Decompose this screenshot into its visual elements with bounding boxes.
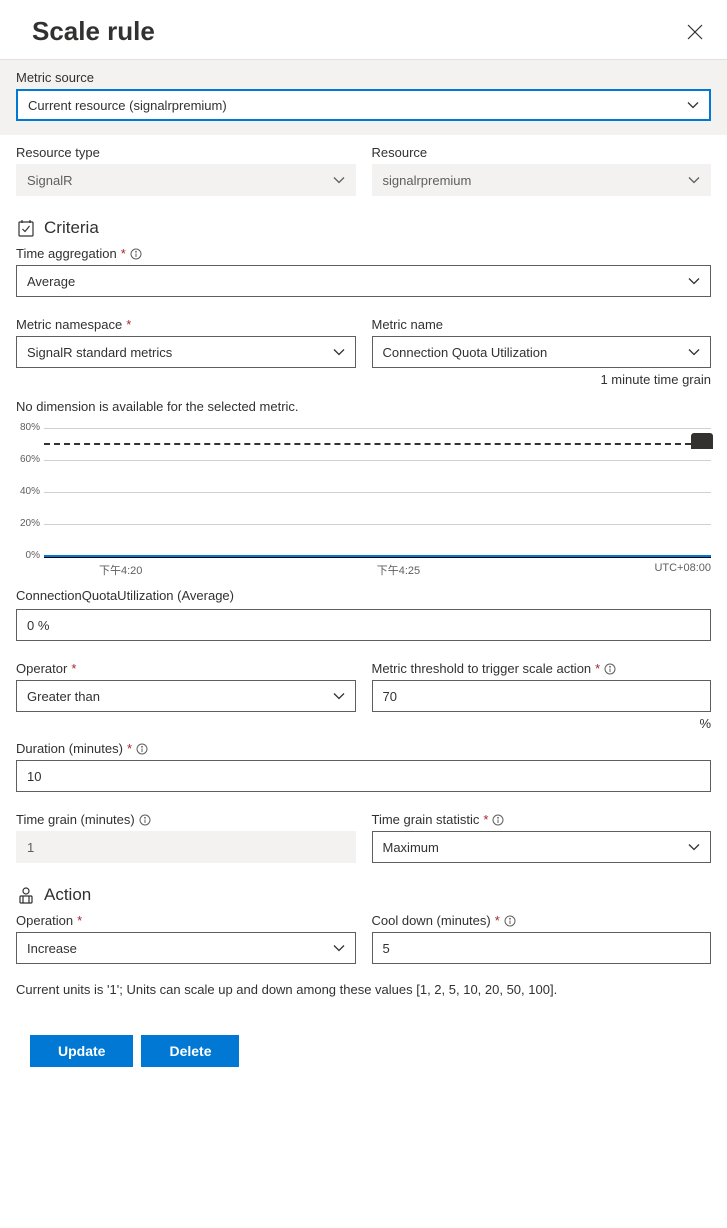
update-button[interactable]: Update — [30, 1035, 133, 1067]
metric-source-select[interactable]: Current resource (signalrpremium) — [16, 89, 711, 121]
info-icon[interactable] — [136, 743, 148, 755]
cooldown-label: Cool down (minutes) — [372, 913, 491, 928]
metric-namespace-value: SignalR standard metrics — [27, 345, 172, 360]
info-icon[interactable] — [504, 915, 516, 927]
ytick-2: 40% — [14, 486, 40, 497]
chevron-down-icon — [333, 174, 345, 186]
time-aggregation-select[interactable]: Average — [16, 265, 711, 297]
xtick-1: 下午4:25 — [377, 562, 420, 578]
ytick-0: 0% — [14, 550, 40, 561]
connection-quota-input[interactable] — [16, 609, 711, 641]
metric-name-label: Metric name — [372, 317, 712, 332]
chevron-down-icon — [333, 690, 345, 702]
action-title: Action — [44, 885, 91, 905]
metric-source-value: Current resource (signalrpremium) — [28, 98, 227, 113]
operation-value: Increase — [27, 941, 77, 956]
threshold-line — [44, 443, 711, 445]
time-aggregation-label: Time aggregation — [16, 246, 117, 261]
threshold-unit: % — [372, 716, 712, 731]
resource-label: Resource — [372, 145, 712, 160]
metric-chart: 80% 60% 40% 20% 0% 下午4:20 下午4:25 UTC+08:… — [0, 418, 727, 582]
data-bump — [691, 433, 713, 449]
delete-button[interactable]: Delete — [141, 1035, 239, 1067]
operator-label: Operator — [16, 661, 67, 676]
resource-select: signalrpremium — [372, 164, 712, 196]
page-title: Scale rule — [32, 16, 155, 47]
time-grain-label: Time grain (minutes) — [16, 812, 135, 827]
criteria-title: Criteria — [44, 218, 99, 238]
time-grain-input — [16, 831, 356, 863]
xtick-0: 下午4:20 — [99, 562, 142, 578]
info-icon[interactable] — [130, 248, 142, 260]
no-dimension-text: No dimension is available for the select… — [0, 397, 727, 418]
metric-namespace-label: Metric namespace — [16, 317, 122, 332]
ytick-1: 20% — [14, 518, 40, 529]
cooldown-input[interactable] — [372, 932, 712, 964]
metric-name-value: Connection Quota Utilization — [383, 345, 548, 360]
time-grain-note: 1 minute time grain — [372, 372, 712, 387]
chevron-down-icon — [688, 841, 700, 853]
info-icon[interactable] — [492, 814, 504, 826]
metric-source-label: Metric source — [16, 70, 711, 85]
operator-select[interactable]: Greater than — [16, 680, 356, 712]
resource-value: signalrpremium — [383, 173, 472, 188]
ytick-3: 60% — [14, 454, 40, 465]
time-grain-stat-value: Maximum — [383, 840, 439, 855]
info-icon[interactable] — [139, 814, 151, 826]
time-aggregation-value: Average — [27, 274, 75, 289]
operation-label: Operation — [16, 913, 73, 928]
operation-select[interactable]: Increase — [16, 932, 356, 964]
operator-value: Greater than — [27, 689, 100, 704]
time-grain-stat-select[interactable]: Maximum — [372, 831, 712, 863]
time-grain-stat-label: Time grain statistic — [372, 812, 480, 827]
chevron-down-icon — [688, 346, 700, 358]
chevron-down-icon — [333, 942, 345, 954]
chevron-down-icon — [687, 99, 699, 111]
criteria-icon — [16, 218, 36, 238]
resource-type-label: Resource type — [16, 145, 356, 160]
chevron-down-icon — [688, 174, 700, 186]
threshold-label: Metric threshold to trigger scale action — [372, 661, 592, 676]
metric-name-select[interactable]: Connection Quota Utilization — [372, 336, 712, 368]
chevron-down-icon — [333, 346, 345, 358]
duration-label: Duration (minutes) — [16, 741, 123, 756]
resource-type-value: SignalR — [27, 173, 73, 188]
close-icon[interactable] — [687, 24, 703, 40]
ytick-4: 80% — [14, 422, 40, 433]
units-note: Current units is '1'; Units can scale up… — [0, 974, 727, 1005]
info-icon[interactable] — [604, 663, 616, 675]
timezone: UTC+08:00 — [654, 562, 711, 578]
metric-namespace-select[interactable]: SignalR standard metrics — [16, 336, 356, 368]
chart-title: ConnectionQuotaUtilization (Average) — [0, 582, 727, 609]
duration-input[interactable] — [16, 760, 711, 792]
chevron-down-icon — [688, 275, 700, 287]
action-icon — [16, 885, 36, 905]
resource-type-select: SignalR — [16, 164, 356, 196]
threshold-input[interactable] — [372, 680, 712, 712]
data-line — [44, 555, 711, 557]
